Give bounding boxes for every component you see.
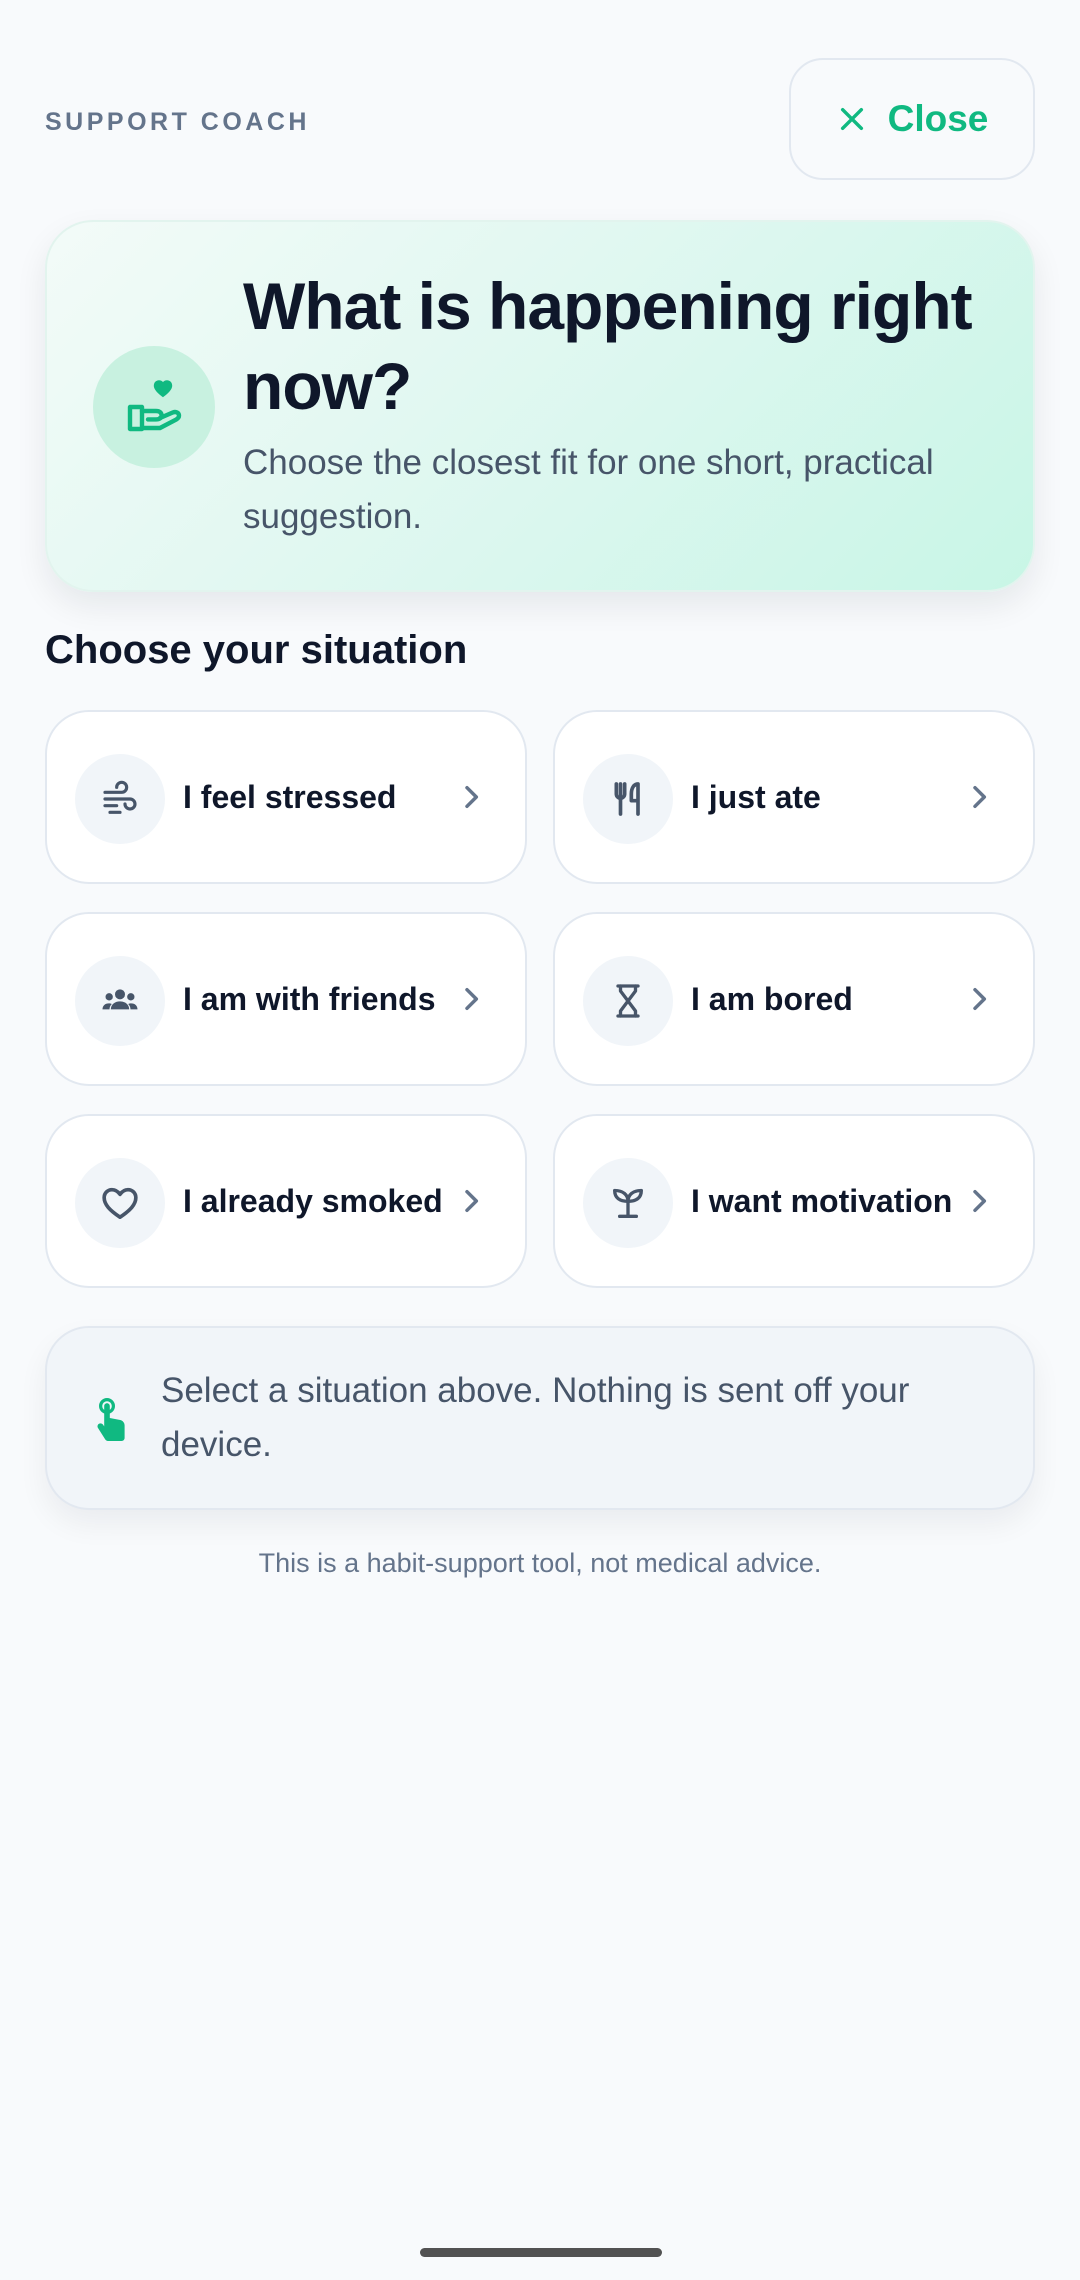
wind-icon <box>75 754 165 844</box>
sprout-icon <box>583 1158 673 1248</box>
hourglass-icon <box>583 956 673 1046</box>
chevron-right-icon <box>973 987 987 1011</box>
hero-title: What is happening right now? <box>243 269 973 423</box>
chevron-right-icon <box>465 785 479 809</box>
home-indicator[interactable] <box>420 2248 662 2257</box>
situation-label: I am with friends <box>183 981 436 1017</box>
heart-in-hand-icon <box>93 346 215 468</box>
situation-label: I just ate <box>691 779 821 815</box>
situation-card-stressed[interactable]: I feel stressed <box>45 710 527 884</box>
hero-subtitle: Choose the closest fit for one short, pr… <box>243 443 934 536</box>
close-button[interactable]: Close <box>789 58 1035 180</box>
chevron-right-icon <box>465 1189 479 1213</box>
tap-icon <box>97 1398 125 1441</box>
utensils-icon <box>583 754 673 844</box>
disclaimer: This is a habit-support tool, not medica… <box>258 1548 822 1578</box>
situation-card-motivation[interactable]: I want motivation <box>553 1114 1035 1288</box>
situation-label: I feel stressed <box>183 779 397 815</box>
situation-label: I am bored <box>691 981 853 1017</box>
situation-card-friends[interactable]: I am with friends <box>45 912 527 1086</box>
chevron-right-icon <box>973 1189 987 1213</box>
close-label: Close <box>887 98 989 139</box>
situation-card-just-ate[interactable]: I just ate <box>553 710 1035 884</box>
situation-card-bored[interactable]: I am bored <box>553 912 1035 1086</box>
chevron-right-icon <box>973 785 987 809</box>
section-title: Choose your situation <box>45 628 468 672</box>
header: SUPPORT COACH Close <box>45 58 1035 182</box>
situation-label: I want motivation <box>691 1183 953 1219</box>
notice-card: Select a situation above. Nothing is sen… <box>45 1326 1035 1510</box>
chevron-right-icon <box>465 987 479 1011</box>
heart-icon <box>75 1158 165 1248</box>
situation-card-smoked[interactable]: I already smoked <box>45 1114 527 1288</box>
close-icon <box>840 107 863 131</box>
eyebrow-label: SUPPORT COACH <box>45 108 310 136</box>
situation-label: I already smoked <box>183 1183 443 1219</box>
notice-text: Select a situation above. Nothing is sen… <box>161 1371 910 1464</box>
hero-card: What is happening right now? Choose the … <box>45 220 1035 592</box>
people-icon <box>75 956 165 1046</box>
